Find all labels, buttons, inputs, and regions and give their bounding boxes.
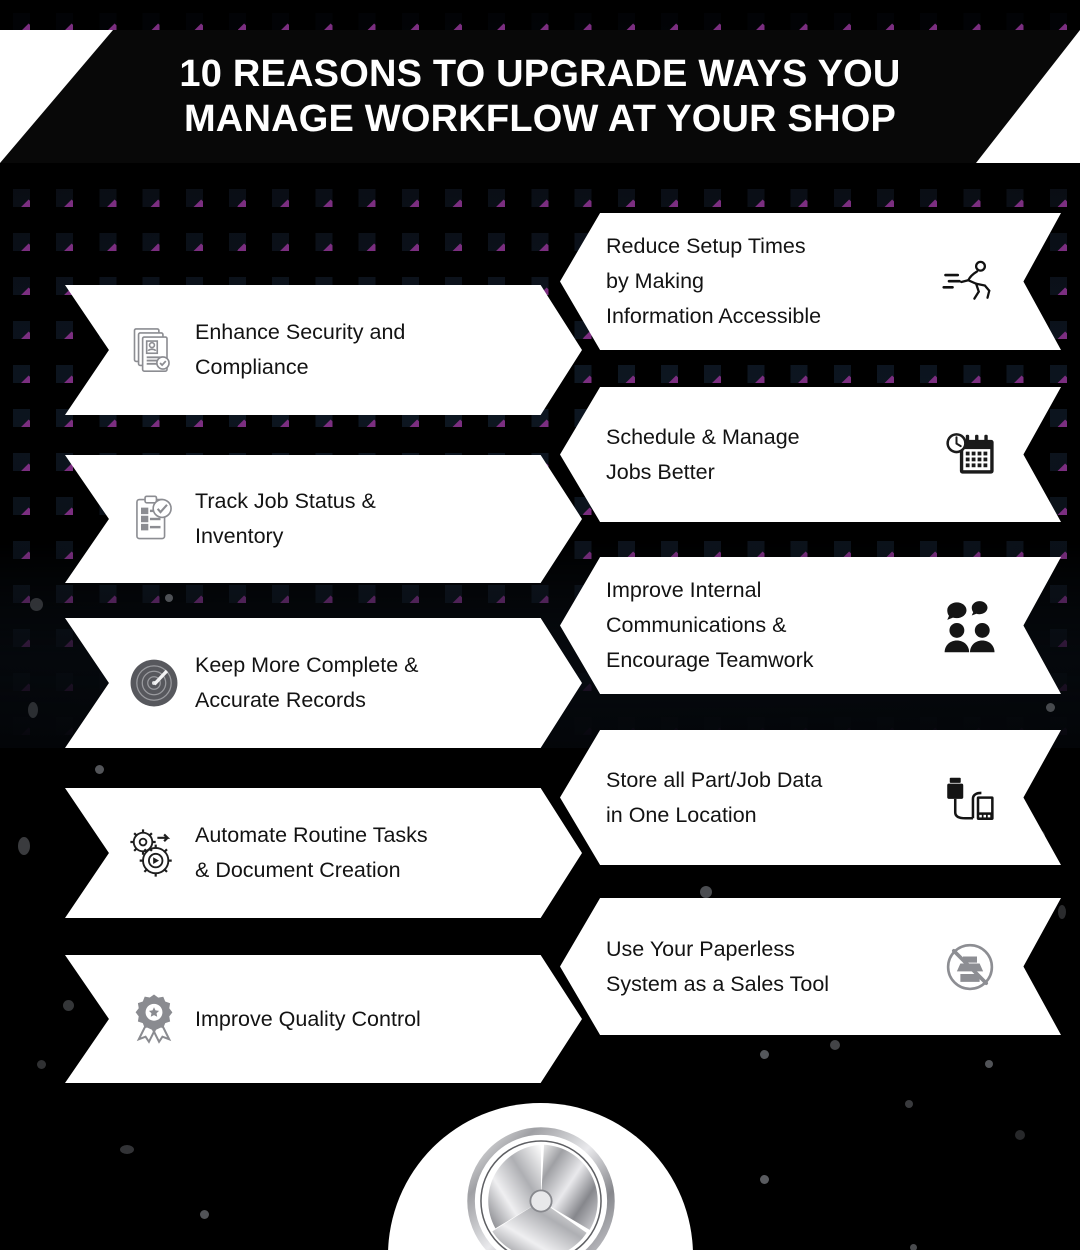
speckle — [830, 1040, 840, 1050]
benefit-label: Improve Quality Control — [195, 1002, 421, 1037]
gears-play-automation-icon — [127, 826, 181, 880]
turbine-emblem-icon — [465, 1125, 617, 1250]
speckle — [760, 1175, 769, 1184]
benefit-banner-right-2[interactable]: Schedule & Manage Jobs Better — [560, 387, 1061, 522]
usb-storage-drive-icon — [941, 769, 999, 827]
benefit-label: Keep More Complete & Accurate Records — [195, 648, 418, 718]
speckle — [760, 1050, 769, 1059]
benefit-banner-left-4[interactable]: Automate Routine Tasks & Document Creati… — [65, 788, 582, 918]
speckle — [37, 1060, 46, 1069]
calendar-clock-icon — [941, 426, 999, 484]
page-title: 10 REASONS TO UPGRADE WAYS YOU MANAGE WO… — [0, 30, 1080, 163]
speckle — [1058, 905, 1066, 919]
benefit-label: Store all Part/Job Data in One Location — [606, 763, 822, 833]
speckle — [1015, 1130, 1025, 1140]
no-paper-stack-icon — [941, 938, 999, 996]
speckle — [95, 765, 104, 774]
benefit-banner-right-5[interactable]: Use Your Paperless System as a Sales Too… — [560, 898, 1061, 1035]
speckle — [165, 594, 173, 602]
speckle — [63, 1000, 74, 1011]
benefit-banner-left-3[interactable]: Keep More Complete & Accurate Records — [65, 618, 582, 748]
speckle — [905, 1100, 913, 1108]
benefit-label: Improve Internal Communications & Encour… — [606, 573, 814, 678]
benefit-banner-right-3[interactable]: Improve Internal Communications & Encour… — [560, 557, 1061, 694]
title-line-1: 10 REASONS TO UPGRADE WAYS YOU — [179, 52, 900, 97]
speckle — [18, 837, 30, 855]
benefit-banner-left-2[interactable]: Track Job Status & Inventory — [65, 455, 582, 583]
infographic-poster: 10 REASONS TO UPGRADE WAYS YOU MANAGE WO… — [0, 0, 1080, 1250]
benefit-label: Schedule & Manage Jobs Better — [606, 420, 800, 490]
benefit-banner-left-1[interactable]: Enhance Security and Compliance — [65, 285, 582, 415]
benefit-label: Enhance Security and Compliance — [195, 315, 405, 385]
clipboard-checklist-icon — [127, 492, 181, 546]
benefit-banner-right-4[interactable]: Store all Part/Job Data in One Location — [560, 730, 1061, 865]
running-person-icon — [941, 253, 999, 311]
speckle — [28, 702, 38, 718]
title-line-2: MANAGE WORKFLOW AT YOUR SHOP — [184, 97, 896, 142]
speckle — [200, 1210, 209, 1219]
speckle — [1046, 703, 1055, 712]
benefit-banner-left-5[interactable]: Improve Quality Control — [65, 955, 582, 1083]
speckle — [700, 886, 712, 898]
speckle — [910, 1244, 917, 1250]
document-id-verified-icon — [127, 323, 181, 377]
benefit-label: Use Your Paperless System as a Sales Too… — [606, 932, 829, 1002]
speckle — [120, 1145, 134, 1154]
people-speech-bubbles-icon — [941, 597, 999, 655]
speckle — [985, 1060, 993, 1068]
benefit-label: Track Job Status & Inventory — [195, 484, 376, 554]
benefit-banner-right-1[interactable]: Reduce Setup Times by Making Information… — [560, 213, 1061, 350]
speckle — [30, 598, 43, 611]
award-ribbon-icon — [127, 992, 181, 1046]
benefit-label: Reduce Setup Times by Making Information… — [606, 229, 821, 334]
radar-target-icon — [127, 656, 181, 710]
benefit-label: Automate Routine Tasks & Document Creati… — [195, 818, 428, 888]
